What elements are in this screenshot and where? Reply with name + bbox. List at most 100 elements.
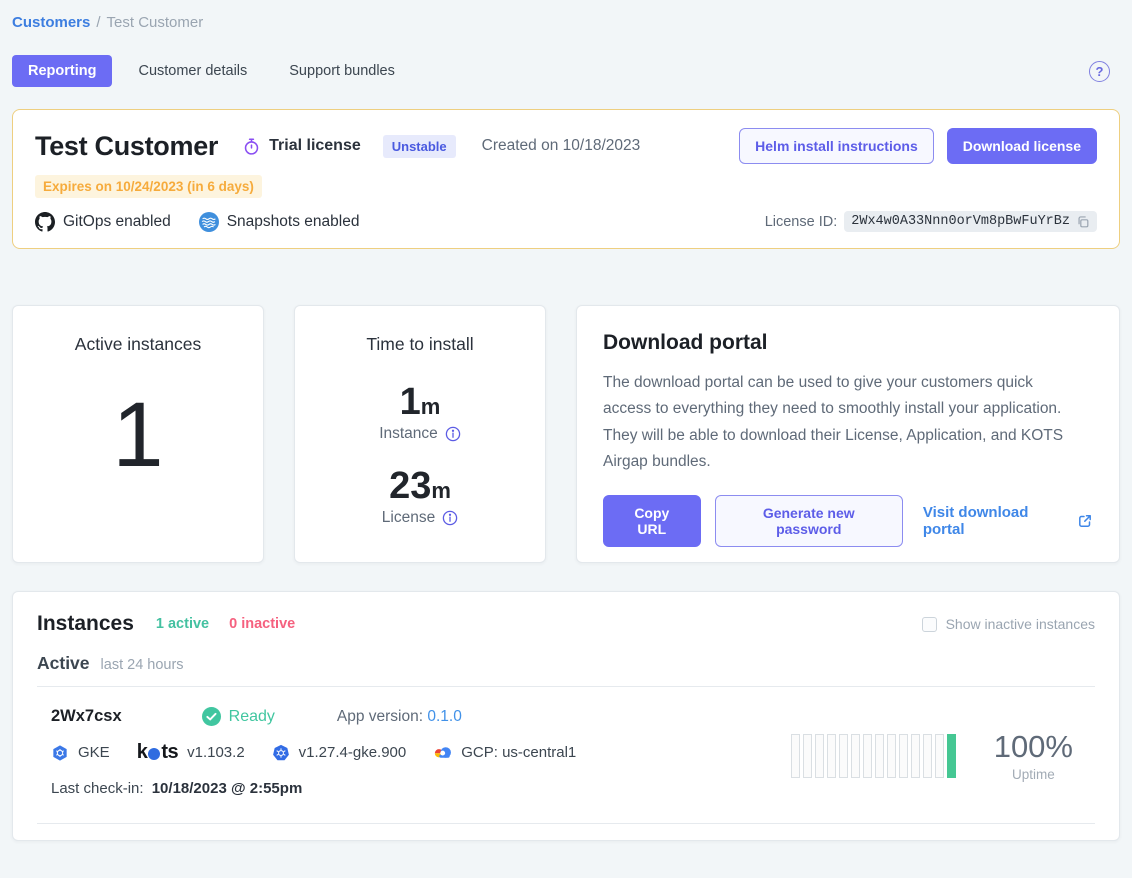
copy-url-button[interactable]: Copy URL bbox=[603, 495, 701, 547]
uptime-bar bbox=[911, 734, 920, 778]
instance-status: Ready bbox=[202, 707, 275, 726]
check-circle-icon bbox=[202, 707, 221, 726]
uptime-section: 100% Uptime bbox=[791, 715, 1095, 797]
active-section-sub: last 24 hours bbox=[101, 657, 184, 673]
uptime-bar-active bbox=[947, 734, 956, 778]
uptime-bar bbox=[803, 734, 812, 778]
instance-row: 2Wx7csx Ready App version: 0.1.0 bbox=[37, 707, 1095, 797]
channel-badge: Unstable bbox=[383, 135, 456, 158]
active-section-header: Active last 24 hours bbox=[37, 653, 1095, 674]
instance-meta-row: GKE kts v1.103.2 bbox=[51, 741, 791, 764]
instances-title: Instances bbox=[37, 612, 134, 636]
gitops-feature: GitOps enabled bbox=[35, 212, 171, 232]
tab-reporting[interactable]: Reporting bbox=[12, 55, 112, 87]
uptime-percent: 100% bbox=[994, 730, 1073, 764]
region-label: GCP: us-central1 bbox=[461, 744, 576, 761]
uptime-bar bbox=[923, 734, 932, 778]
divider bbox=[37, 686, 1095, 687]
uptime-bar bbox=[935, 734, 944, 778]
customer-name: Test Customer bbox=[35, 131, 218, 162]
kots-version: v1.103.2 bbox=[187, 744, 245, 761]
active-section-label: Active bbox=[37, 653, 90, 674]
time-to-install-card: Time to install 1m Instance 23m bbox=[294, 305, 546, 563]
gcp-icon bbox=[433, 745, 452, 760]
trial-timer-icon bbox=[242, 137, 261, 156]
license-id-group: License ID: 2Wx4w0A33Nnn0orVm8pBwFuYrBz bbox=[765, 211, 1097, 232]
uptime-bar bbox=[851, 734, 860, 778]
show-inactive-checkbox[interactable] bbox=[922, 617, 937, 632]
license-id-value: 2Wx4w0A33Nnn0orVm8pBwFuYrBz bbox=[844, 211, 1097, 232]
tab-support-bundles[interactable]: Support bundles bbox=[273, 55, 411, 87]
uptime-label: Uptime bbox=[994, 767, 1073, 782]
uptime-bar bbox=[899, 734, 908, 778]
distribution-group: GKE bbox=[51, 744, 110, 762]
uptime-bar bbox=[875, 734, 884, 778]
customer-summary-top-row: Test Customer Trial license Unstable Cre… bbox=[35, 128, 1097, 164]
license-id-label: License ID: bbox=[765, 214, 838, 230]
breadcrumb-current: Test Customer bbox=[107, 14, 204, 31]
breadcrumb: Customers / Test Customer bbox=[12, 14, 1120, 31]
app-version: App version: 0.1.0 bbox=[337, 708, 462, 726]
expiration-badge: Expires on 10/24/2023 (in 6 days) bbox=[35, 175, 262, 198]
distribution-label: GKE bbox=[78, 744, 110, 761]
kots-logo: kts bbox=[137, 741, 178, 764]
last-checkin-value: 10/18/2023 @ 2:55pm bbox=[152, 780, 303, 797]
uptime-bar bbox=[863, 734, 872, 778]
uptime-bars bbox=[791, 734, 956, 778]
instances-card: Instances 1 active 0 inactive Show inact… bbox=[12, 591, 1120, 841]
uptime-bar bbox=[827, 734, 836, 778]
tab-customer-details[interactable]: Customer details bbox=[122, 55, 263, 87]
download-license-button[interactable]: Download license bbox=[947, 128, 1097, 164]
app-version-link[interactable]: 0.1.0 bbox=[427, 708, 461, 725]
generate-password-button[interactable]: Generate new password bbox=[715, 495, 903, 547]
help-icon[interactable]: ? bbox=[1089, 61, 1110, 82]
page: Customers / Test Customer Reporting Cust… bbox=[0, 0, 1132, 841]
helm-install-instructions-button[interactable]: Helm install instructions bbox=[739, 128, 934, 164]
uptime-summary: 100% Uptime bbox=[994, 730, 1073, 782]
show-inactive-toggle: Show inactive instances bbox=[922, 616, 1095, 632]
instance-label-text: Instance bbox=[379, 425, 438, 443]
download-portal-description: The download portal can be used to give … bbox=[603, 370, 1085, 475]
download-portal-actions: Copy URL Generate new password Visit dow… bbox=[603, 495, 1093, 547]
kots-version-group: kts v1.103.2 bbox=[137, 741, 245, 764]
stats-row: Active instances 1 Time to install 1m In… bbox=[12, 305, 1120, 563]
instance-details: 2Wx7csx Ready App version: 0.1.0 bbox=[51, 707, 791, 797]
license-label-text: License bbox=[382, 509, 435, 527]
info-icon[interactable] bbox=[445, 426, 461, 442]
copy-license-id-icon[interactable] bbox=[1076, 215, 1090, 229]
uptime-bar bbox=[815, 734, 824, 778]
active-instances-card: Active instances 1 bbox=[12, 305, 264, 563]
last-checkin-row: Last check-in: 10/18/2023 @ 2:55pm bbox=[51, 780, 791, 797]
customer-summary-card: Test Customer Trial license Unstable Cre… bbox=[12, 109, 1120, 249]
k8s-version: v1.27.4-gke.900 bbox=[299, 744, 407, 761]
uptime-bar bbox=[887, 734, 896, 778]
gke-icon bbox=[51, 744, 69, 762]
snapshots-feature: Snapshots enabled bbox=[199, 212, 360, 232]
created-date: Created on 10/18/2023 bbox=[482, 137, 641, 155]
info-icon[interactable] bbox=[442, 510, 458, 526]
instance-id[interactable]: 2Wx7csx bbox=[51, 707, 122, 726]
inactive-count: 0 inactive bbox=[229, 616, 295, 632]
external-link-icon bbox=[1077, 513, 1093, 529]
breadcrumb-customers-link[interactable]: Customers bbox=[12, 14, 90, 31]
snapshots-icon bbox=[199, 212, 219, 232]
active-instances-title: Active instances bbox=[13, 334, 263, 355]
active-count: 1 active bbox=[156, 616, 209, 632]
visit-link-text: Visit download portal bbox=[923, 504, 1069, 538]
license-type-label: Trial license bbox=[269, 137, 361, 155]
license-type: Trial license bbox=[242, 137, 361, 156]
instance-status-text: Ready bbox=[229, 708, 275, 726]
license-install-label: License bbox=[295, 509, 545, 527]
customer-actions: Helm install instructions Download licen… bbox=[739, 128, 1097, 164]
region-group: GCP: us-central1 bbox=[433, 744, 576, 761]
kubernetes-icon bbox=[272, 744, 290, 762]
license-install-time: 23m bbox=[295, 467, 545, 505]
visit-download-portal-link[interactable]: Visit download portal bbox=[923, 504, 1093, 538]
k8s-version-group: v1.27.4-gke.900 bbox=[272, 744, 407, 762]
show-inactive-label: Show inactive instances bbox=[946, 616, 1095, 632]
active-instances-value: 1 bbox=[13, 389, 263, 481]
tab-bar: Reporting Customer details Support bundl… bbox=[12, 55, 1120, 87]
last-checkin-label: Last check-in: bbox=[51, 780, 144, 797]
customer-summary-bottom-row: GitOps enabled Snapshots enabled bbox=[35, 211, 1097, 232]
uptime-bar bbox=[791, 734, 800, 778]
